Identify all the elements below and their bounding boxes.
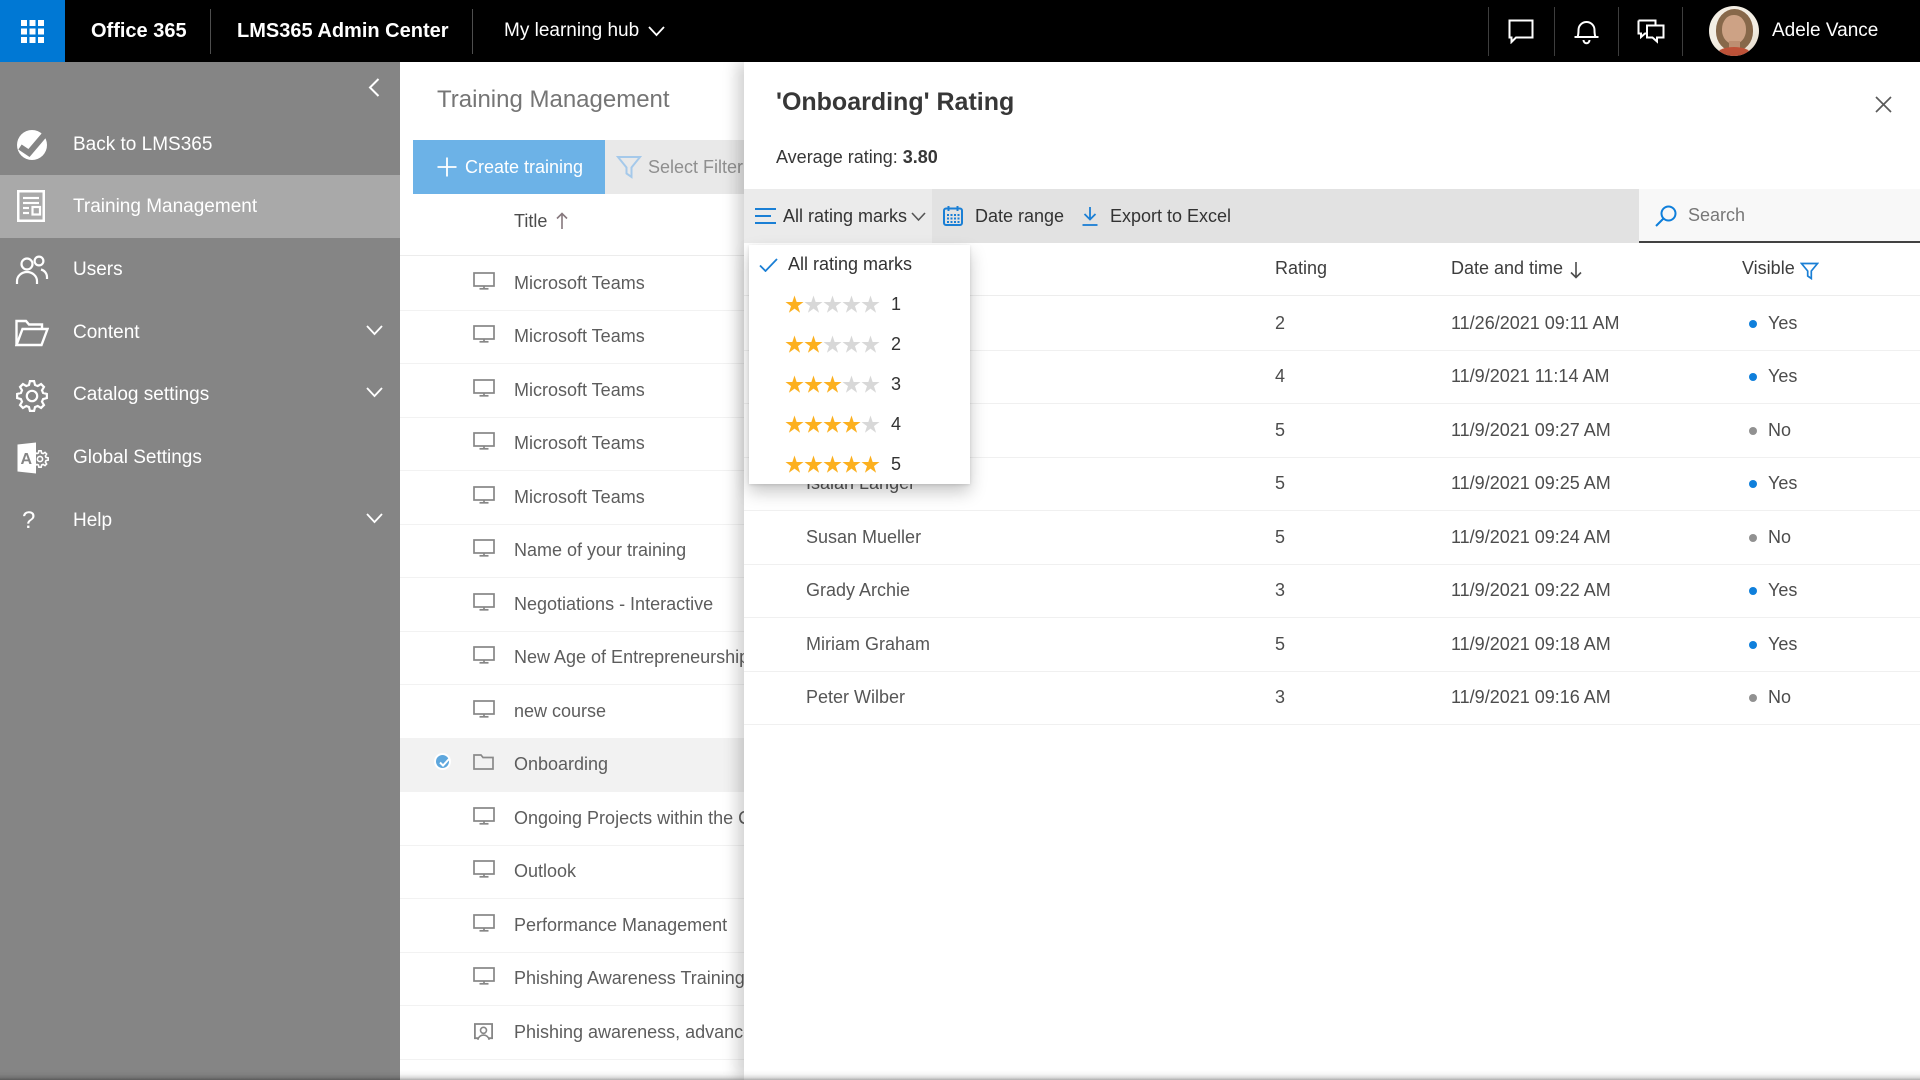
svg-text:A: A — [21, 451, 33, 468]
